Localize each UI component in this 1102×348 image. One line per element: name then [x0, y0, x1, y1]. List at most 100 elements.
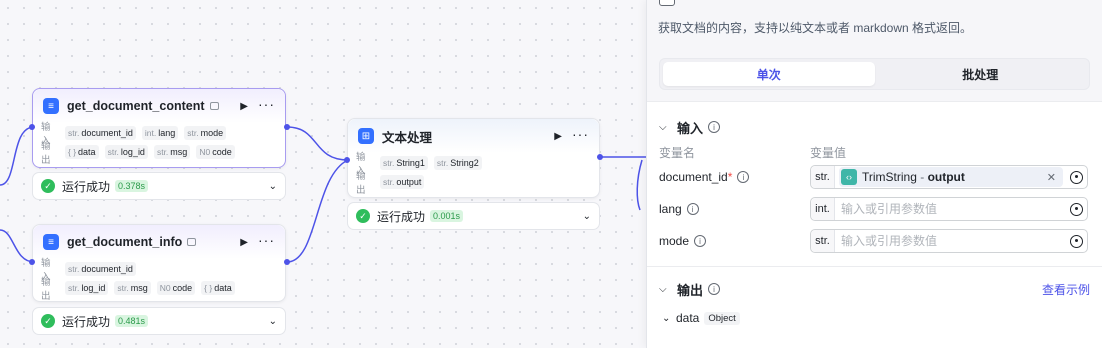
section-divider	[647, 266, 1102, 267]
clear-reference-icon[interactable]: ✕	[1047, 171, 1059, 184]
run-status-text[interactable]: ✓ 运行成功 0.001s ⌄	[347, 202, 600, 230]
field-row-mode: mode i str.	[647, 225, 1102, 257]
tab-single[interactable]: 单次	[663, 62, 875, 86]
status-text: 运行成功	[62, 314, 111, 329]
variable-reference-chip[interactable]: ‹› TrimString - output ✕	[839, 167, 1063, 187]
node-outputs-row: 输出 str. log_id str. msg N0 code { } data	[33, 277, 285, 302]
text-process-icon: ⊞	[358, 128, 374, 144]
param-chip: { } data	[65, 144, 99, 159]
panel-title-strip	[659, 0, 675, 6]
code-node-icon: ‹›	[841, 169, 857, 185]
chevron-down-icon[interactable]: ⌄	[269, 181, 277, 192]
output-type-badge: Object	[704, 311, 740, 325]
reference-variable-icon[interactable]	[1070, 170, 1083, 184]
param-chip: int. lang	[141, 125, 179, 140]
node-get-document-info[interactable]: ≡ get_document_info ▶ ··· 输入 str. documen…	[32, 224, 286, 302]
input-column-headers: 变量名 变量值	[647, 143, 1102, 161]
workflow-canvas[interactable]: ≡ get_document_content ▶ ··· 输入 str. docu…	[0, 0, 646, 348]
run-node-icon[interactable]: ▶	[554, 131, 562, 142]
outputs-label: 输出	[41, 276, 51, 302]
reference-variable-icon[interactable]	[1070, 234, 1083, 248]
mode-switch-wrap: 单次 批处理	[647, 46, 1102, 102]
document-id-value-field[interactable]: str. ‹› TrimString - output ✕	[810, 165, 1088, 189]
node-outputs-row: 输出 { } data str. log_id str. msg N0 code	[33, 141, 285, 166]
col-variable-name: 变量名	[659, 145, 696, 160]
output-port[interactable]	[597, 154, 603, 160]
output-item-data[interactable]: ⌄ data Object	[647, 307, 1102, 329]
panel-description: 获取文档的内容，支持以纯文本或者 markdown 格式返回。	[658, 21, 973, 35]
success-check-icon: ✓	[356, 209, 370, 223]
input-section-header[interactable]: ⌵ 输入 i	[647, 115, 1102, 139]
param-chip: { } data	[201, 280, 235, 295]
run-status-info[interactable]: ✓ 运行成功 0.481s ⌄	[32, 307, 286, 335]
panel-header: 获取文档的内容，支持以纯文本或者 markdown 格式返回。	[647, 0, 1102, 46]
more-options-icon[interactable]: ···	[258, 97, 275, 111]
input-port[interactable]	[29, 124, 35, 130]
node-text-process[interactable]: ⊞ 文本处理 ▶ ··· 输入 str. String1 str. String2 …	[347, 118, 600, 198]
plugin-badge-icon	[187, 238, 197, 246]
run-node-icon[interactable]: ▶	[240, 101, 248, 112]
reference-variable-icon[interactable]	[1070, 202, 1083, 216]
node-inputs-row: 输入 str. document_id int. lang str. mode	[33, 122, 285, 147]
outputs-label: 输出	[356, 170, 366, 196]
node-title: get_document_content	[67, 99, 205, 113]
run-node-icon[interactable]: ▶	[240, 237, 248, 248]
field-label: lang i	[659, 202, 810, 216]
elapsed-time-badge: 0.481s	[115, 315, 149, 327]
info-icon[interactable]: i	[686, 203, 699, 215]
chevron-down-icon[interactable]: ⌵	[659, 122, 669, 133]
run-status-content[interactable]: ✓ 运行成功 0.378s ⌄	[32, 172, 286, 200]
node-header: ≡ get_document_info ▶ ···	[33, 225, 285, 259]
node-get-document-content[interactable]: ≡ get_document_content ▶ ··· 输入 str. docu…	[32, 88, 286, 168]
input-port[interactable]	[29, 259, 35, 265]
param-chip: str. msg	[114, 280, 151, 295]
param-chip: str. msg	[153, 144, 191, 159]
elapsed-time-badge: 0.001s	[430, 210, 464, 222]
output-port[interactable]	[284, 259, 290, 265]
param-chip: str. document_id	[65, 261, 136, 276]
chevron-down-icon[interactable]: ⌄	[269, 316, 277, 327]
field-row-document-id: document_id * i str. ‹› TrimString - outp…	[647, 161, 1102, 193]
status-text: 运行成功	[377, 209, 426, 224]
tab-batch[interactable]: 批处理	[875, 62, 1087, 86]
document-plugin-icon: ≡	[43, 234, 59, 250]
param-chip: str. document_id	[65, 125, 136, 140]
info-icon[interactable]: i	[694, 235, 707, 247]
view-example-link[interactable]: 查看示例	[1042, 281, 1090, 298]
output-section-header[interactable]: ⌵ 输出 i 查看示例	[647, 277, 1102, 301]
edge-content-text	[286, 126, 349, 161]
more-options-icon[interactable]: ···	[572, 127, 589, 141]
status-text: 运行成功	[62, 179, 111, 194]
col-variable-value: 变量值	[810, 145, 847, 160]
panel-node-icon	[659, 0, 675, 6]
chevron-down-icon[interactable]: ⌵	[659, 284, 669, 295]
edge-info-text	[286, 159, 349, 263]
input-port[interactable]	[344, 157, 350, 163]
param-chip: N0 code	[156, 280, 196, 295]
chevron-down-icon[interactable]: ⌄	[662, 313, 672, 324]
success-check-icon: ✓	[41, 314, 55, 328]
success-check-icon: ✓	[41, 179, 55, 193]
mode-input[interactable]	[835, 234, 1070, 248]
lang-input[interactable]	[835, 202, 1070, 216]
elapsed-time-badge: 0.378s	[115, 180, 149, 192]
lang-value-field[interactable]: int.	[810, 197, 1088, 221]
mode-value-field[interactable]: str.	[810, 229, 1088, 253]
output-key: data	[676, 311, 700, 325]
info-icon[interactable]: i	[708, 121, 721, 133]
node-title: 文本处理	[382, 130, 433, 145]
param-chip: str. log_id	[104, 144, 148, 159]
node-header: ⊞ 文本处理 ▶ ···	[348, 119, 599, 153]
mode-switch: 单次 批处理	[659, 58, 1090, 90]
param-chip: str. String2	[433, 155, 482, 170]
more-options-icon[interactable]: ···	[258, 233, 275, 247]
info-icon[interactable]: i	[708, 283, 721, 295]
outputs-label: 输出	[41, 140, 51, 166]
node-header: ≡ get_document_content ▶ ···	[33, 89, 285, 123]
field-row-lang: lang i int.	[647, 193, 1102, 225]
edge-in-content	[0, 126, 35, 186]
chevron-down-icon[interactable]: ⌄	[583, 211, 591, 222]
info-icon[interactable]: i	[737, 171, 750, 183]
output-port[interactable]	[284, 124, 290, 130]
node-outputs-row: 输出 str. output	[348, 171, 599, 196]
